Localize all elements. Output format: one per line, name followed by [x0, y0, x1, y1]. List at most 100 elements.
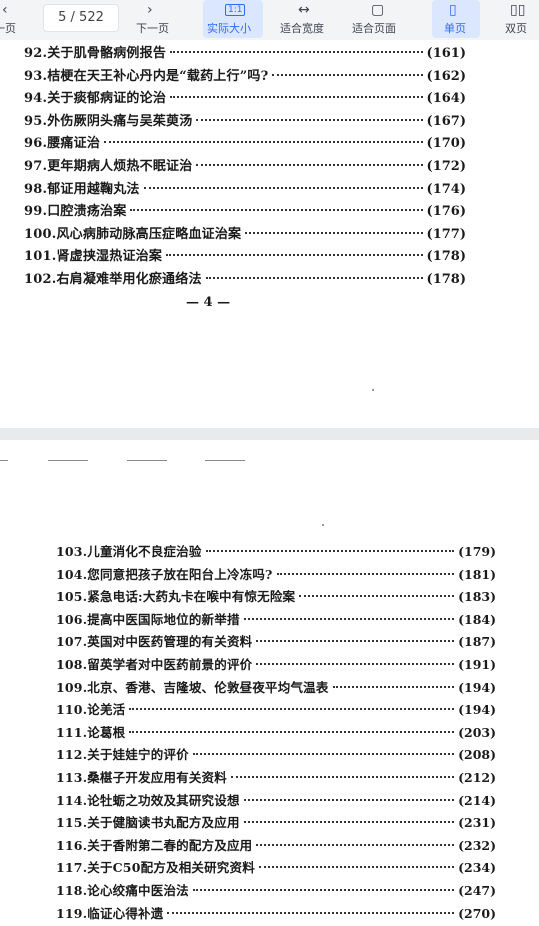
toc-entry-title: 108.留英学者对中医药前景的评价 [56, 656, 253, 672]
single-page-label: 单页 [444, 22, 466, 35]
toc-entry: 97.更年期病人烦热不眠证治 (172) [24, 156, 466, 179]
toc-entry: 96.腰痛证治 (170) [24, 133, 466, 156]
toc-entry: 94.关于痰郁病证的论治 (164) [24, 88, 466, 111]
total-pages: 522 [79, 10, 104, 25]
toc-entry-page: (170) [426, 136, 466, 152]
toc-entry: 116.关于香附第二春的配方及应用 (232) [56, 835, 496, 858]
toc-entry: 106.提高中医国际地位的新举措 (184) [56, 609, 496, 632]
toc-entry-title: 116.关于香附第二春的配方及应用 [56, 837, 253, 853]
toc-entry: 109.北京、香港、吉隆坡、伦敦昼夜平均气温表 (194) [56, 677, 496, 700]
toc-entry: 103.儿童消化不良症治验 (179) [56, 541, 496, 564]
toc-entry: 115.关于健脑读书丸配方及应用 (231) [56, 812, 496, 835]
scan-speck [372, 389, 374, 391]
toc-entry-page: (208) [458, 747, 496, 763]
toc-entry-title: 93.桔梗在天王补心丹内是“载药上行”吗? [24, 68, 269, 84]
toc-entry-title: 92.关于肌骨骼病例报告 [24, 46, 167, 61]
scan-mark [48, 460, 88, 461]
toc-entry-title: 101.肾虚挟湿热证治案 [24, 249, 163, 265]
toc-entry-page: (231) [458, 815, 496, 831]
next-page-button[interactable]: › 下一页 [134, 0, 174, 40]
toc-entry-page: (181) [458, 566, 496, 582]
toc-entry-page: (178) [426, 249, 466, 265]
toc-entry-title: 111.论葛根 [56, 724, 126, 740]
document-page-upper[interactable]: 92.关于肌骨骼病例报告 (161) 93.桔梗在天王补心丹内是“载药上行”吗? (… [0, 40, 539, 428]
actual-size-button[interactable]: 1:1 实际大小 [203, 0, 263, 38]
toc-entry: 108.留英学者对中医药前景的评价 (191) [56, 654, 496, 677]
toc-entry-title: 112.关于娃娃宁的评价 [56, 747, 189, 763]
toc-entry-page: (212) [458, 769, 496, 785]
toc-entry-page: (178) [426, 271, 466, 287]
single-page-button[interactable]: ▯ 单页 [432, 0, 480, 38]
toc-entry-title: 118.论心绞痛中医治法 [56, 882, 189, 898]
toc-entry-page: (234) [458, 860, 496, 876]
fit-width-button[interactable]: ↔ 适合宽度 [278, 0, 334, 40]
chevron-right-icon: › [147, 2, 153, 18]
toc-entry-title: 96.腰痛证治 [24, 136, 101, 152]
toc-entry-title: 119.临证心得补遗 [56, 905, 164, 921]
toc-entry-page: (179) [458, 544, 496, 559]
double-page-label: 双页 [505, 22, 527, 35]
toc-entry-title: 109.北京、香港、吉隆坡、伦敦昼夜平均气温表 [56, 679, 329, 695]
toc-entry-page: (247) [458, 882, 496, 898]
toc-entry-title: 115.关于健脑读书丸配方及应用 [56, 815, 240, 831]
toc-entry-title: 94.关于痰郁病证的论治 [24, 91, 167, 107]
actual-size-icon: 1:1 [225, 4, 246, 16]
toc-entry-title: 113.桑椹子开发应用有关资料 [56, 769, 227, 785]
toc-entry-title: 100.风心病肺动脉高压症略血证治案 [24, 226, 242, 242]
toc-entry: 111.论葛根 (203) [56, 722, 496, 745]
scan-speck [322, 524, 324, 526]
next-page-label: 下一页 [136, 22, 169, 35]
page-footer-number: — 4 — [186, 295, 231, 310]
toc-entry-title: 97.更年期病人烦热不眠证治 [24, 158, 193, 174]
double-page-icon: ▯▯ [510, 2, 526, 18]
toc-entry-title: 110.论羌活 [56, 702, 126, 718]
prev-page-button[interactable]: ‹ 一页 [0, 0, 30, 40]
page-gap [0, 428, 539, 440]
toc-entry: 92.关于肌骨骼病例报告 (161) [24, 43, 466, 66]
toc-entry-page: (203) [458, 724, 496, 740]
toc-entry-page: (176) [426, 204, 466, 220]
toc-entry: 99.口腔溃疡治案 (176) [24, 201, 466, 224]
toc-entry-page: (214) [458, 792, 496, 808]
toc-entry-page: (184) [458, 611, 496, 627]
toc-entry: 107.英国对中医药管理的有关资料 (187) [56, 631, 496, 654]
page-number-input[interactable]: 5 / 522 [43, 4, 119, 32]
toc-entry-title: 105.紧急电话:大药丸卡在喉中有惊无险案 [56, 589, 296, 605]
toc-entry-title: 102.右肩凝难举用化瘀通络法 [24, 271, 202, 287]
scan-mark [127, 460, 167, 461]
toc-entry-title: 103.儿童消化不良症治验 [56, 544, 202, 559]
toc-entry-title: 117.关于C50配方及相关研究资料 [56, 860, 255, 876]
toc-entry: 110.论羌活 (194) [56, 699, 496, 722]
toc-entry: 102.右肩凝难举用化瘀通络法 (178) [24, 269, 466, 292]
toc-entry: 119.临证心得补遗 (270) [56, 903, 496, 926]
fit-page-icon: ▢ [371, 2, 385, 18]
toc-entry: 100.风心病肺动脉高压症略血证治案 (177) [24, 224, 466, 247]
toc-entry: 118.论心绞痛中医治法 (247) [56, 880, 496, 903]
toc-entry: 114.论牡蛎之功效及其研究设想 (214) [56, 790, 496, 813]
document-page-lower[interactable]: 103.儿童消化不良症治验 (179) 104.您同意把孩子放在阳台上冷冻吗? (1… [0, 440, 539, 926]
single-page-icon: ▯ [449, 2, 457, 18]
toc-entry-page: (161) [426, 46, 466, 61]
fit-page-button[interactable]: ▢ 适合页面 [350, 0, 406, 40]
toc-entry-title: 107.英国对中医药管理的有关资料 [56, 634, 253, 650]
actual-size-label: 实际大小 [207, 22, 251, 35]
fit-width-icon: ↔ [298, 2, 310, 18]
toc-entry-title: 106.提高中医国际地位的新举措 [56, 611, 240, 627]
toc-list-upper: 92.关于肌骨骼病例报告 (161) 93.桔梗在天王补心丹内是“载药上行”吗? (… [24, 43, 466, 292]
scan-mark [0, 460, 8, 461]
toc-entry-page: (177) [426, 226, 466, 242]
toc-entry-page: (270) [458, 905, 496, 921]
toc-entry-title: 98.郁证用越鞠丸法 [24, 181, 140, 197]
prev-page-label: 一页 [0, 22, 16, 35]
toc-entry-title: 99.口腔溃疡治案 [24, 204, 127, 220]
toc-entry: 112.关于娃娃宁的评价 (208) [56, 744, 496, 767]
toc-entry: 93.桔梗在天王补心丹内是“载药上行”吗? (162) [24, 66, 466, 89]
fit-width-label: 适合宽度 [280, 22, 324, 35]
page-separator: / [70, 10, 80, 25]
pdf-toolbar: ‹ 一页 5 / 522 › 下一页 1:1 实际大小 ↔ 适合宽度 ▢ 适合页… [0, 0, 539, 41]
toc-entry-title: 104.您同意把孩子放在阳台上冷冻吗? [56, 566, 273, 582]
toc-entry: 98.郁证用越鞠丸法 (174) [24, 179, 466, 202]
toc-entry-page: (232) [458, 837, 496, 853]
double-page-button[interactable]: ▯▯ 双页 [500, 0, 536, 40]
toc-entry-title: 95.外伤厥阴头痛与吴茱萸汤 [24, 113, 193, 129]
